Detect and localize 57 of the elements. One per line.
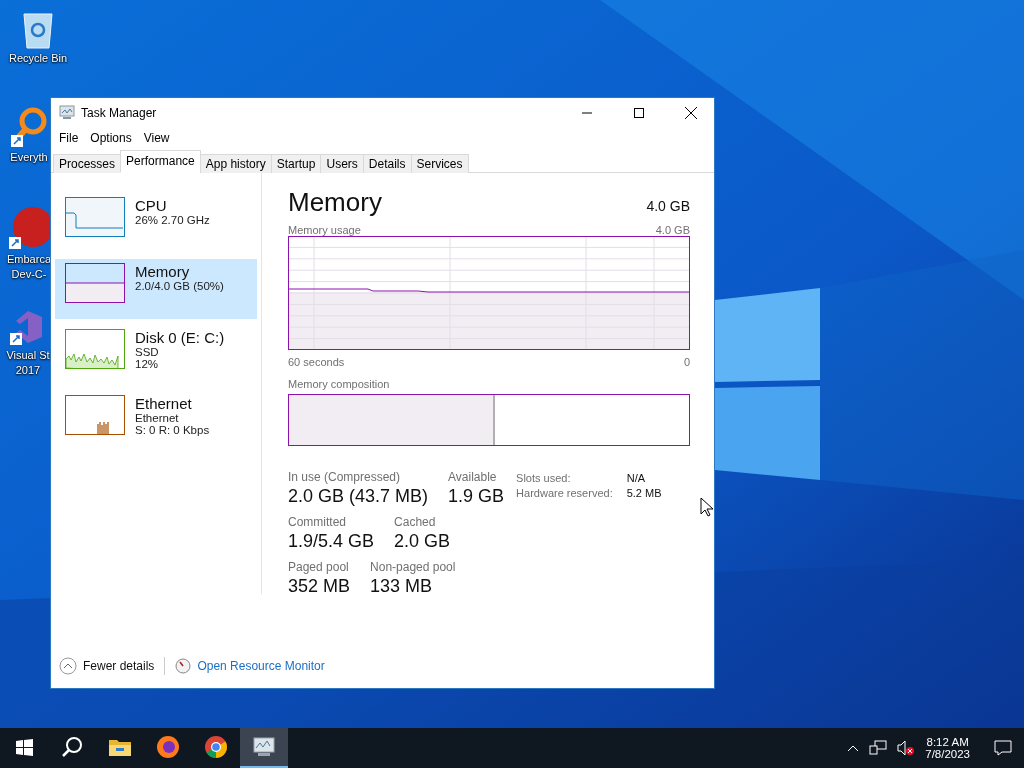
tab[interactable]: Startup bbox=[270, 154, 322, 173]
graph-time-label: 60 seconds bbox=[288, 356, 345, 368]
composition-label: Memory composition bbox=[288, 378, 390, 390]
stat-value: 2.0 GB (43.7 MB) bbox=[288, 486, 429, 507]
clock[interactable]: 8:12 AM 7/8/2023 bbox=[925, 736, 970, 760]
desktop-icon-label[interactable]: Embarca bbox=[7, 253, 51, 266]
tab[interactable]: Details bbox=[362, 154, 412, 173]
resource-reading: SSD bbox=[135, 346, 160, 358]
stat-value: 5.2 MB bbox=[626, 487, 662, 499]
resource-reading: 26% 2.70 GHz bbox=[135, 214, 210, 226]
panel-title: Memory bbox=[288, 187, 382, 218]
stat-label: Available bbox=[448, 470, 498, 484]
resource-item[interactable]: Memory 2.0/4.0 GB (50%) bbox=[55, 259, 257, 319]
graph-label: Memory usage bbox=[288, 224, 361, 236]
stat-value: 1.9 GB bbox=[448, 486, 505, 507]
stat-label: Non-paged pool bbox=[370, 560, 456, 574]
stat-label: In use (Compressed) bbox=[288, 470, 402, 484]
resource-reading: 2.0/4.0 GB (50%) bbox=[135, 280, 224, 292]
stat-value: 2.0 GB bbox=[394, 531, 451, 552]
desktop-icon-label[interactable]: Recycle Bin bbox=[8, 52, 68, 65]
resource-reading: S: 0 R: 0 Kbps bbox=[135, 424, 210, 436]
graph-max-label: 4.0 GB bbox=[655, 224, 690, 236]
stat-label: Slots used: bbox=[516, 472, 572, 484]
tab[interactable]: Performance bbox=[120, 150, 201, 173]
resource-name: Disk 0 (E: C:) bbox=[135, 329, 225, 346]
stat-label: Committed bbox=[288, 515, 347, 529]
total-memory: 4.0 GB bbox=[646, 198, 690, 214]
resource-monitor-link[interactable]: Open Resource Monitor bbox=[175, 658, 325, 674]
resource-item[interactable]: Disk 0 (E: C:) SSD 12% bbox=[55, 325, 257, 385]
resource-reading: 12% bbox=[135, 358, 160, 370]
desktop-icon-label[interactable]: 2017 bbox=[15, 364, 41, 377]
resource-name: CPU bbox=[135, 197, 168, 214]
graph-min-label: 0 bbox=[683, 356, 690, 368]
stat-label: Paged pool bbox=[288, 560, 350, 574]
menu-item[interactable]: Options bbox=[86, 131, 136, 145]
stat-value: 352 MB bbox=[288, 576, 351, 597]
stat-label: Hardware reserved: bbox=[516, 487, 613, 499]
resource-reading: Ethernet bbox=[135, 412, 180, 424]
desktop-icon-label[interactable]: Everyth bbox=[10, 151, 48, 164]
tab[interactable]: Users bbox=[320, 154, 364, 173]
desktop-icon-label[interactable]: Visual St bbox=[6, 349, 50, 362]
resource-name: Memory bbox=[135, 263, 191, 280]
resource-item[interactable]: CPU 26% 2.70 GHz bbox=[55, 193, 257, 253]
stat-value: 133 MB bbox=[370, 576, 434, 597]
window-title: Task Manager bbox=[81, 106, 158, 120]
desktop-icon-label[interactable]: Dev-C- bbox=[11, 268, 47, 281]
stat-value: N/A bbox=[626, 472, 647, 484]
resource-item[interactable]: Ethernet Ethernet S: 0 R: 0 Kbps bbox=[55, 391, 257, 451]
menu-item[interactable]: File bbox=[55, 131, 83, 145]
resource-name: Ethernet bbox=[135, 395, 193, 412]
menu-item[interactable]: View bbox=[139, 131, 174, 145]
tab[interactable]: Services bbox=[410, 154, 469, 173]
stat-value: 1.9/5.4 GB bbox=[288, 531, 375, 552]
tab[interactable]: App history bbox=[199, 154, 272, 173]
tab[interactable]: Processes bbox=[53, 154, 122, 173]
fewer-details-button[interactable]: Fewer details bbox=[59, 657, 155, 675]
stat-label: Cached bbox=[394, 515, 437, 529]
